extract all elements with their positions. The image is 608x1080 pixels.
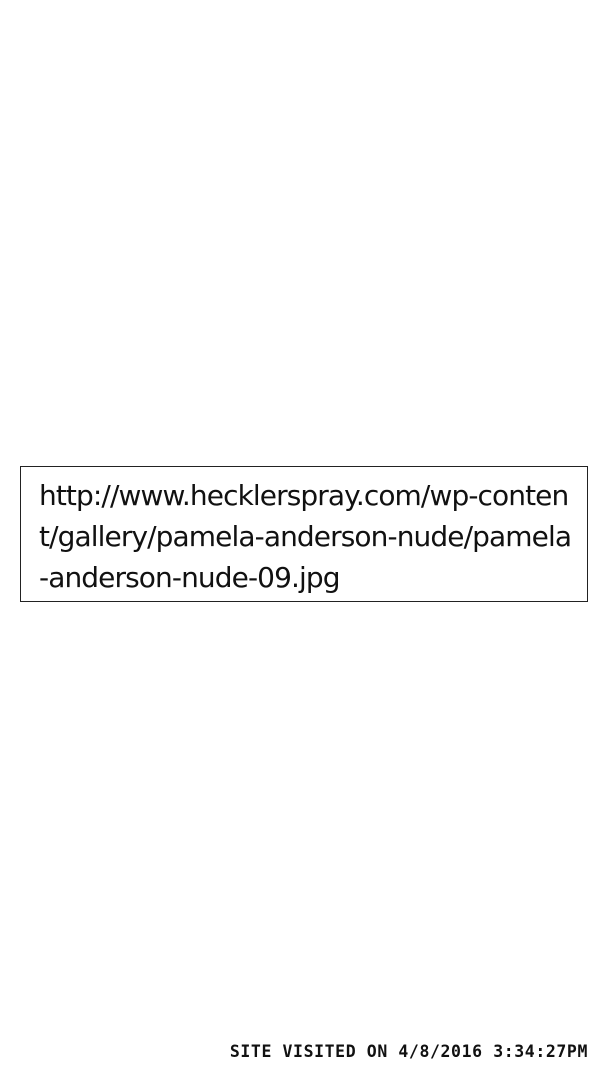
url-box: http://www.hecklerspray.com/wp-content/g…	[20, 466, 588, 602]
url-text: http://www.hecklerspray.com/wp-content/g…	[39, 479, 572, 594]
visit-timestamp: SITE VISITED ON 4/8/2016 3:34:27PM	[229, 1042, 588, 1061]
